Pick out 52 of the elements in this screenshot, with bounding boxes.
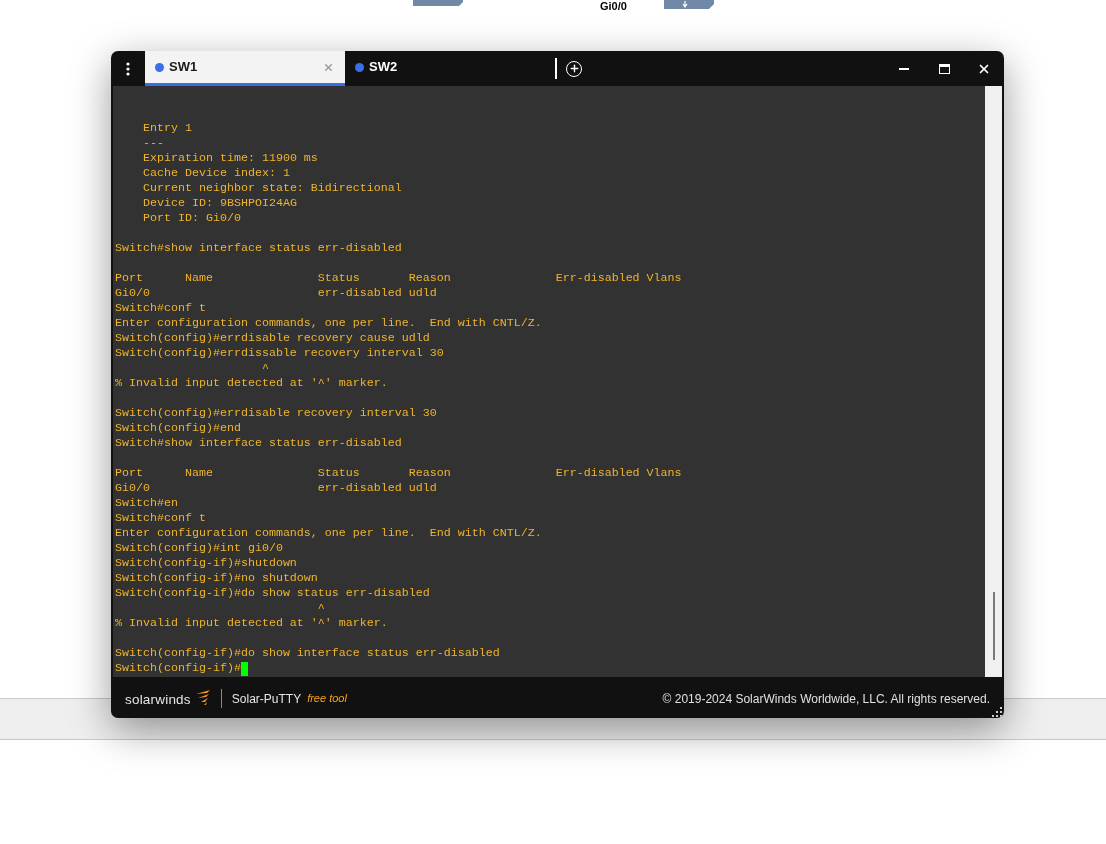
terminal-prompt: Switch(config-if)# xyxy=(115,661,241,676)
tab-label: SW1 xyxy=(169,58,198,77)
terminal-line: Switch(config-if)#shutdown xyxy=(115,556,297,570)
terminal-line: Cache Device index: 1 xyxy=(143,166,290,180)
terminal-line: ^ xyxy=(317,601,325,615)
resize-grip-icon[interactable] xyxy=(992,707,1002,717)
terminal-line: % Invalid input detected at '^' marker. xyxy=(115,616,388,630)
minimize-icon xyxy=(899,67,909,70)
terminal-line: Switch#show interface status err-disabled xyxy=(115,436,402,450)
tab[interactable]: SW1 xyxy=(145,51,345,86)
status-dot-icon xyxy=(355,62,364,72)
terminal-line: Switch(config)#errdissable recovery interval 30 xyxy=(115,346,444,360)
dots-icon xyxy=(126,61,130,76)
terminal-line: Gi0/0 err-disabled udld xyxy=(115,481,437,495)
copyright-text: © 2019-2024 SolarWinds Worldwide, LLC. All rights reserved. xyxy=(662,690,990,708)
close-tab-icon[interactable] xyxy=(323,61,334,73)
terminal-line: Enter configuration commands, one per line. End with CNTL/Z. xyxy=(115,316,542,330)
scrollbar-thumb[interactable] xyxy=(992,592,995,660)
terminal-line: Port Name Status Reason Err-disabled Vlans xyxy=(115,271,682,285)
terminal-line: Gi0/0 err-disabled udld xyxy=(115,286,437,300)
terminal-line: Switch(config)#errdisable recovery cause udld xyxy=(115,331,430,345)
terminal-line: --- xyxy=(143,136,164,150)
terminal-line: Expiration time: 11900 ms xyxy=(143,151,318,165)
network-device-icon xyxy=(413,0,463,6)
terminal-line: ^ xyxy=(261,361,269,375)
terminal-line: Switch(config)#int gi0/0 xyxy=(115,541,283,555)
terminal-line: Switch(config-if)#do show status err-disabled xyxy=(115,586,430,600)
terminal-line: Device ID: 9BSHPOI24AG xyxy=(143,196,297,210)
terminal-line: Current neighbor state: Bidirectional xyxy=(143,181,402,195)
terminal-line: Switch#conf t xyxy=(115,301,206,315)
terminal-line: Switch#en xyxy=(115,496,178,510)
status-dot-icon xyxy=(155,62,164,72)
brand-logo: solarwinds xyxy=(125,691,191,708)
maximize-icon xyxy=(938,63,950,74)
plus-icon xyxy=(568,63,580,74)
terminal-line: Switch(config-if)#do show interface status err-disabled xyxy=(115,646,500,660)
edition-label: free tool xyxy=(307,691,347,707)
terminal-line: Switch(config-if)#no shutdown xyxy=(115,571,318,585)
terminal-line: Switch#conf t xyxy=(115,511,206,525)
tab-label: SW2 xyxy=(369,58,398,77)
terminal-line: Enter configuration commands, one per line. End with CNTL/Z. xyxy=(115,526,542,540)
terminal-line: Switch#show interface status err-disabled xyxy=(115,241,402,255)
scrollbar-track[interactable] xyxy=(985,86,1002,677)
tab[interactable]: SW2 xyxy=(345,51,545,86)
port-label: Gi0/0 xyxy=(600,0,627,12)
terminal-line: Entry 1 xyxy=(143,121,192,135)
terminal-line: Port ID: Gi0/0 xyxy=(143,211,241,225)
product-name: Solar-PuTTY xyxy=(231,690,302,708)
terminal-line: Switch(config)#errdisable recovery interval 30 xyxy=(115,406,437,420)
terminal-line: Switch(config)#end xyxy=(115,421,241,435)
terminal-line: % Invalid input detected at '^' marker. xyxy=(115,376,388,390)
terminal-line: Port Name Status Reason Err-disabled Vlans xyxy=(115,466,682,480)
